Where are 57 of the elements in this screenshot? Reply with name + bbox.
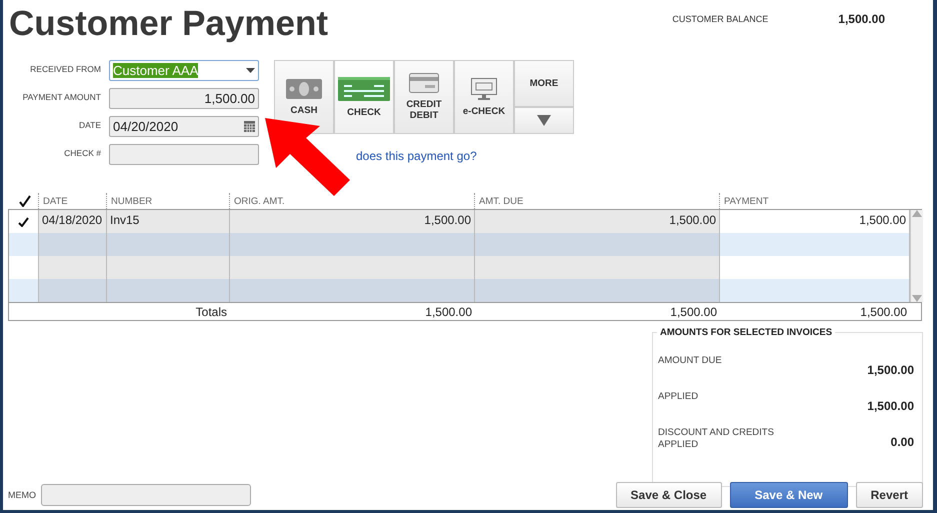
date-field[interactable]: 04/20/2020 bbox=[109, 116, 259, 137]
field-label: PAYMENT AMOUNT bbox=[22, 91, 101, 104]
field-label: CHECK # bbox=[63, 147, 101, 160]
amount-field[interactable]: 1,500.00 bbox=[109, 88, 259, 109]
table-cell: 1,500.00 bbox=[475, 210, 720, 233]
input-field[interactable] bbox=[109, 144, 259, 165]
scroll-down-icon bbox=[912, 295, 922, 302]
payment-method-tab[interactable]: CHECK bbox=[334, 60, 394, 134]
total-value: 1,500.00 bbox=[859, 304, 908, 318]
customer-dropdown[interactable]: Customer AAA bbox=[109, 60, 259, 81]
scrollbar[interactable] bbox=[910, 210, 923, 302]
table-cell: 04/18/2020 bbox=[39, 210, 107, 233]
table-cell bbox=[39, 279, 107, 302]
field-label: DATE bbox=[78, 119, 101, 132]
window-title: Customer Payment bbox=[9, 4, 328, 45]
credit-card-icon bbox=[409, 73, 439, 93]
more-dropdown-button[interactable] bbox=[514, 107, 574, 134]
totals-label: Totals bbox=[194, 304, 228, 318]
calendar-icon bbox=[244, 121, 255, 132]
table-cell: 1,500.00 bbox=[230, 210, 475, 233]
amount-value: 1,500.00 bbox=[867, 362, 914, 377]
amount-label: AMOUNT DUE bbox=[658, 355, 723, 368]
down-triangle-icon bbox=[537, 115, 551, 126]
check-icon bbox=[19, 195, 31, 207]
table-cell bbox=[9, 279, 39, 302]
column-header: NUMBER bbox=[106, 193, 229, 209]
total-value: 1,500.00 bbox=[669, 304, 718, 318]
table-cell: Inv15 bbox=[107, 210, 230, 233]
action-button[interactable]: Revert bbox=[856, 482, 923, 508]
table-cell bbox=[39, 256, 107, 279]
total-value: 1,500.00 bbox=[424, 304, 473, 318]
column-header: DATE bbox=[38, 193, 106, 209]
dropdown-caret-icon bbox=[246, 68, 255, 73]
amount-value: 0.00 bbox=[890, 434, 914, 451]
memo-field[interactable] bbox=[41, 484, 251, 506]
balance-label: CUSTOMER BALANCE bbox=[672, 13, 768, 26]
cash-icon bbox=[286, 78, 322, 98]
scroll-up-icon bbox=[912, 210, 922, 217]
action-button[interactable]: Save & Close bbox=[616, 482, 722, 508]
save-new-button[interactable]: Save & New bbox=[730, 482, 848, 508]
column-header: PAYMENT bbox=[719, 193, 909, 209]
balance-value: 1,500.00 bbox=[838, 12, 885, 28]
column-header: AMT. DUE bbox=[474, 193, 719, 209]
amount-label: DISCOUNT AND CREDITS APPLIED bbox=[658, 427, 775, 451]
row-checkbox[interactable] bbox=[18, 217, 29, 227]
panel-title: AMOUNTS FOR SELECTED INVOICES bbox=[657, 327, 836, 338]
monitor-icon bbox=[471, 78, 497, 100]
more-button[interactable]: MORE bbox=[514, 60, 574, 107]
amount-value: 1,500.00 bbox=[867, 398, 914, 413]
memo-label: MEMO bbox=[8, 490, 36, 500]
payment-method-tab[interactable]: CREDIT DEBIT bbox=[394, 60, 454, 134]
amount-label: APPLIED bbox=[658, 391, 700, 404]
help-link[interactable]: does this payment go? bbox=[356, 149, 477, 163]
payment-method-tab[interactable]: e-CHECK bbox=[454, 60, 514, 134]
field-label: RECEIVED FROM bbox=[29, 63, 101, 76]
check-icon bbox=[338, 76, 390, 100]
table-cell bbox=[39, 233, 107, 256]
